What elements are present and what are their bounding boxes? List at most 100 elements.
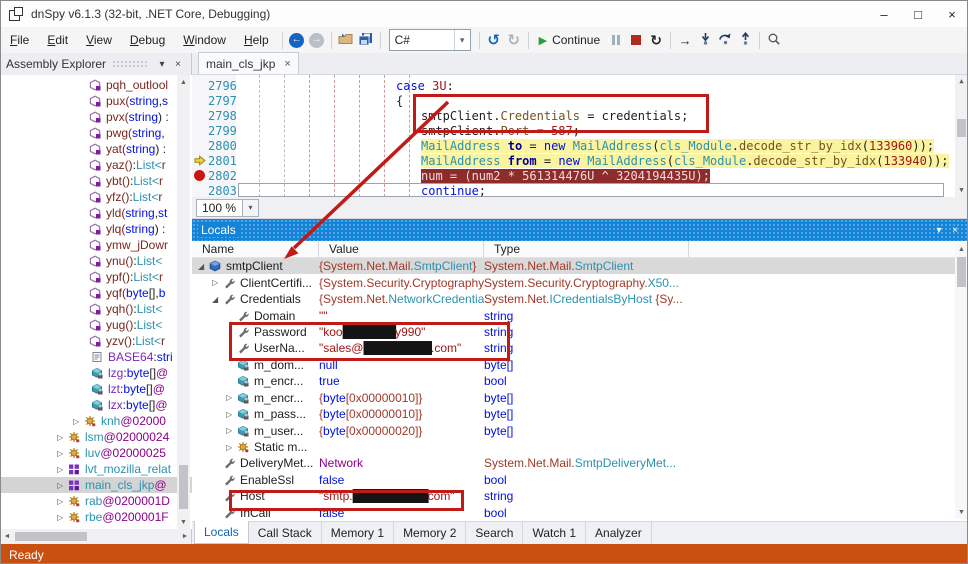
tree-item[interactable]: ▷lvt_mozilla_relat [1, 461, 192, 477]
locals-row[interactable]: m_dom...nullbyte[] [192, 357, 968, 373]
locals-row[interactable]: UserNa..."sales@█████████.com"string [192, 340, 968, 356]
tool-tab-memory-1[interactable]: Memory 1 [322, 522, 394, 544]
gutter-cell[interactable] [192, 108, 208, 123]
breakpoint-icon[interactable] [194, 170, 205, 181]
scroll-up-icon[interactable]: ▲ [180, 76, 187, 88]
tool-tab-watch-1[interactable]: Watch 1 [523, 522, 586, 544]
locals-row[interactable]: ▷m_pass...{byte[0x00000010]}byte[] [192, 406, 968, 422]
undo-button[interactable]: ↺ [484, 29, 504, 51]
expander-icon[interactable]: ▷ [226, 410, 237, 419]
variable-value[interactable]: {byte[0x00000010]} [319, 407, 484, 421]
tree-item[interactable]: ▷rbe @0200001F [1, 509, 192, 525]
tree-item[interactable]: lzx : byte[] @ [1, 397, 192, 413]
variable-value[interactable]: "smtp.██████████com" [319, 489, 484, 503]
open-button[interactable] [336, 29, 356, 51]
code-line[interactable]: 2801MailAddress from = new MailAddress(c… [192, 153, 952, 168]
tree-item[interactable]: BASE64 : stri [1, 349, 192, 365]
save-all-button[interactable] [356, 29, 376, 51]
scroll-thumb[interactable] [15, 532, 87, 541]
scroll-thumb[interactable] [957, 119, 966, 137]
step-out-button[interactable] [735, 29, 755, 51]
tool-tab-analyzer[interactable]: Analyzer [586, 522, 652, 544]
scroll-down-icon[interactable]: ▼ [959, 184, 963, 196]
minimize-button[interactable]: – [867, 1, 901, 27]
locals-row[interactable]: ◢smtpClient{System.Net.Mail.SmtpClient}S… [192, 258, 968, 274]
break-button[interactable] [606, 29, 626, 51]
variable-value[interactable]: Network [319, 456, 484, 470]
tree-item[interactable]: pux(string, s [1, 93, 192, 109]
code-line[interactable]: 2803continue; [192, 183, 952, 197]
variable-value[interactable]: false [319, 506, 484, 520]
tree-item[interactable]: ypf() : List<r [1, 269, 192, 285]
gutter-cell[interactable] [192, 123, 208, 138]
tree-item[interactable]: yzv() : List<r [1, 333, 192, 349]
tree-item[interactable]: yug() : List< [1, 317, 192, 333]
scroll-down-icon[interactable]: ▼ [180, 516, 187, 528]
gutter-cell[interactable] [192, 93, 208, 108]
tree-item[interactable]: pwg(string, [1, 125, 192, 141]
step-into-button[interactable] [695, 29, 715, 51]
variable-value[interactable]: {System.Net.Mail.SmtpClient} [319, 259, 484, 273]
variable-value[interactable]: null [319, 358, 484, 372]
assembly-explorer-titlebar[interactable]: Assembly Explorer ▾ × [1, 53, 191, 75]
tree-item[interactable]: yqf(byte[], b [1, 285, 192, 301]
tree-item[interactable]: ymw_jDowr [1, 237, 192, 253]
gutter-cell[interactable] [192, 78, 208, 93]
menu-help[interactable]: Help [235, 29, 278, 51]
scroll-left-icon[interactable]: ◄ [1, 533, 13, 540]
tree-item[interactable]: lzg : byte[] @ [1, 365, 192, 381]
tree-item[interactable]: pvx(string) : [1, 109, 192, 125]
locals-row[interactable]: EnableSslfalsebool [192, 472, 968, 488]
expander-icon[interactable]: ▷ [57, 481, 68, 490]
locals-row[interactable]: ◢Credentials{System.Net.NetworkCredentia… [192, 291, 968, 307]
panel-menu-icon[interactable]: ▾ [154, 59, 170, 70]
tree-item[interactable]: yld(string, st [1, 205, 192, 221]
panel-close-icon[interactable]: × [170, 59, 186, 70]
editor-vertical-scrollbar[interactable]: ▲ ▼ [955, 75, 968, 197]
tree-item[interactable]: ▷main_cls_jkp @ [1, 477, 192, 493]
expander-icon[interactable]: ▷ [212, 278, 223, 287]
locals-row[interactable]: m_encr...truebool [192, 373, 968, 389]
tree-horizontal-scrollbar[interactable]: ◄ ► [1, 529, 191, 544]
locals-row[interactable]: ▷Static m... [192, 439, 968, 455]
tool-tab-memory-2[interactable]: Memory 2 [394, 522, 466, 544]
variable-value[interactable]: false [319, 473, 484, 487]
tree-item[interactable]: ▷rab @0200001D [1, 493, 192, 509]
locals-row[interactable]: ▷m_user...{byte[0x00000020]}byte[] [192, 422, 968, 438]
column-name[interactable]: Name [192, 241, 319, 257]
restart-button[interactable]: ↻ [646, 29, 666, 51]
gutter-cell[interactable] [192, 153, 208, 168]
close-button[interactable]: × [935, 1, 968, 27]
expander-icon[interactable]: ▷ [73, 417, 84, 426]
stop-button[interactable] [626, 29, 646, 51]
locals-row[interactable]: Password"koo███████y990"string [192, 324, 968, 340]
variable-value[interactable]: {byte[0x00000010]} [319, 391, 484, 405]
locals-row[interactable]: DeliveryMet...NetworkSystem.Net.Mail.Smt… [192, 455, 968, 471]
expander-icon[interactable]: ▷ [57, 513, 68, 522]
menu-window[interactable]: Window [174, 29, 235, 51]
tree-item[interactable]: yfz() : List<r [1, 189, 192, 205]
zoom-select[interactable]: 100 % ▾ [196, 199, 259, 217]
variable-value[interactable]: "" [319, 309, 484, 323]
locals-vertical-scrollbar[interactable]: ▲ ▼ [955, 243, 968, 519]
locals-titlebar[interactable]: Locals ▾ × [192, 219, 968, 241]
tree-item[interactable]: ▷knh @02000 [1, 413, 192, 429]
scroll-down-icon[interactable]: ▼ [958, 506, 965, 518]
locals-row[interactable]: Host"smtp.██████████com"string [192, 488, 968, 504]
expander-icon[interactable]: ▷ [226, 393, 237, 402]
tab-close-icon[interactable]: × [284, 58, 290, 70]
variable-value[interactable]: {System.Net.NetworkCredential} [319, 292, 484, 306]
scroll-up-icon[interactable]: ▲ [958, 243, 965, 255]
code-editor[interactable]: 2796case 3U:2797{2798smtpClient.Credenti… [192, 75, 968, 197]
code-line[interactable]: 2802num = (num2 * 561314476U ^ 320419443… [192, 168, 952, 183]
maximize-button[interactable]: □ [901, 1, 935, 27]
gutter-cell[interactable] [192, 168, 208, 183]
full-screen-search-button[interactable] [764, 29, 784, 51]
tree-item[interactable]: lzt : byte[] @ [1, 381, 192, 397]
scroll-thumb[interactable] [957, 257, 966, 287]
code-line[interactable]: 2800MailAddress to = new MailAddress(cls… [192, 138, 952, 153]
scroll-thumb[interactable] [179, 465, 188, 509]
tree-item[interactable]: yat(string) : [1, 141, 192, 157]
variable-value[interactable]: "koo███████y990" [319, 325, 484, 339]
tree-vertical-scrollbar[interactable]: ▲ ▼ [177, 75, 190, 529]
